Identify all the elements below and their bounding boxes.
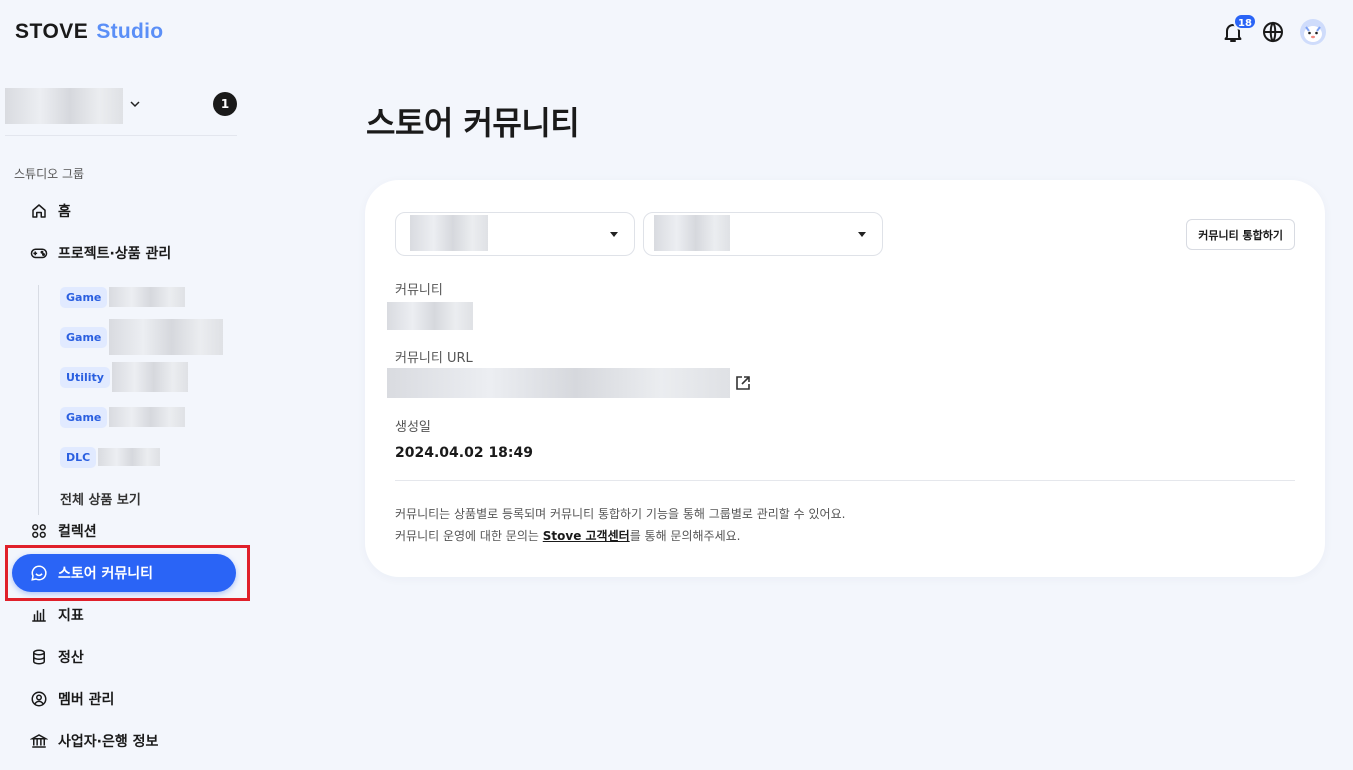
product-type-tag: Utility xyxy=(60,366,110,388)
globe-icon[interactable] xyxy=(1261,20,1285,44)
sidebar-item-members[interactable]: 멤버 관리 xyxy=(12,680,236,718)
group-label: 스튜디오 그룹 xyxy=(14,167,85,181)
sidebar-item-label: 홈 xyxy=(58,204,71,220)
product-item[interactable]: Game xyxy=(60,319,224,355)
view-all-products-link[interactable]: 전체 상품 보기 xyxy=(60,489,141,508)
community-card: 커뮤니티 통합하기 커뮤니티 커뮤니티 URL 생성일 2024.04.02 1… xyxy=(365,180,1325,577)
product-type-tag: Game xyxy=(60,286,108,308)
collection-icon xyxy=(32,524,46,538)
product-item[interactable]: DLC xyxy=(60,445,161,469)
product-item[interactable]: Game xyxy=(60,285,186,309)
sidebar-item-projects[interactable]: 프로젝트·상품 관리 xyxy=(12,234,236,272)
highlight-box xyxy=(5,545,250,601)
studio-selector[interactable]: 1 xyxy=(5,86,237,136)
logo-text-studio: Studio xyxy=(96,20,164,43)
sidebar-item-settlement[interactable]: 정산 xyxy=(12,638,236,676)
studio-name-redacted xyxy=(5,88,123,124)
stove-studio-logo[interactable]: STOVE Studio xyxy=(15,20,163,44)
sidebar-item-label: 멤버 관리 xyxy=(58,692,115,708)
logo-text-stove: STOVE xyxy=(15,20,89,43)
created-date-value: 2024.04.02 18:49 xyxy=(395,445,534,461)
user-icon xyxy=(31,691,47,707)
sidebar-item-metrics[interactable]: 지표 xyxy=(12,596,236,634)
bank-icon xyxy=(30,734,48,748)
top-bar: STOVE Studio 18 xyxy=(0,0,1353,66)
avatar[interactable] xyxy=(1300,19,1326,45)
product-name-redacted xyxy=(98,448,161,466)
notice-text-1: 커뮤니티는 상품별로 등록되며 커뮤니티 통합하기 기능을 통해 그룹별로 관리… xyxy=(395,507,846,521)
sidebar-item-home[interactable]: 홈 xyxy=(12,192,236,230)
chart-icon xyxy=(32,609,46,622)
merge-community-button[interactable]: 커뮤니티 통합하기 xyxy=(1186,219,1295,250)
sidebar-item-label: 정산 xyxy=(58,650,84,666)
community-label: 커뮤니티 xyxy=(395,283,443,298)
gamepad-icon xyxy=(30,248,48,259)
database-icon xyxy=(33,649,45,665)
product-type-tag: Game xyxy=(60,406,108,428)
product-item[interactable]: Game xyxy=(60,405,186,429)
stove-support-link[interactable]: Stove 고객센터 xyxy=(543,529,630,543)
product-select[interactable] xyxy=(395,212,635,256)
sidebar-item-label: 컬렉션 xyxy=(58,524,97,540)
sidebar-item-label: 사업자·은행 정보 xyxy=(58,734,159,750)
selected-value-redacted xyxy=(654,215,730,251)
home-icon xyxy=(32,204,46,218)
product-type-tag: Game xyxy=(60,326,108,348)
sidebar: 1 스튜디오 그룹 홈 프로젝트·상품 관리 Game Game Utility… xyxy=(0,66,250,770)
product-type-tag: DLC xyxy=(60,446,97,468)
sidebar-item-label: 지표 xyxy=(58,608,84,624)
page-title: 스토어 커뮤니티 xyxy=(366,104,580,142)
product-name-redacted xyxy=(111,362,188,392)
selected-value-redacted xyxy=(410,215,488,251)
caret-down-icon xyxy=(610,232,618,237)
product-item[interactable]: Utility xyxy=(60,362,188,392)
product-name-redacted xyxy=(109,407,186,427)
product-name-redacted xyxy=(109,319,224,355)
community-select[interactable] xyxy=(643,212,883,256)
chevron-down-icon[interactable] xyxy=(129,98,141,110)
external-link-icon[interactable] xyxy=(734,374,752,392)
community-url-redacted[interactable] xyxy=(387,368,730,398)
notice-prefix: 커뮤니티 운영에 대한 문의는 xyxy=(395,529,543,543)
notice-suffix: 를 통해 문의해주세요. xyxy=(629,529,741,543)
divider xyxy=(395,480,1295,481)
notice-text-2: 커뮤니티 운영에 대한 문의는 Stove 고객센터를 통해 문의해주세요. xyxy=(395,527,741,544)
studio-notification-count[interactable]: 1 xyxy=(213,92,237,116)
community-name-redacted xyxy=(387,302,473,330)
notification-badge: 18 xyxy=(1233,13,1257,30)
product-name-redacted xyxy=(109,287,186,307)
product-tree-line xyxy=(38,285,39,515)
caret-down-icon xyxy=(858,232,866,237)
sidebar-item-label: 프로젝트·상품 관리 xyxy=(58,246,172,262)
created-date-label: 생성일 xyxy=(395,420,431,435)
sidebar-item-business-bank[interactable]: 사업자·은행 정보 xyxy=(12,722,236,760)
community-url-label: 커뮤니티 URL xyxy=(395,351,473,366)
